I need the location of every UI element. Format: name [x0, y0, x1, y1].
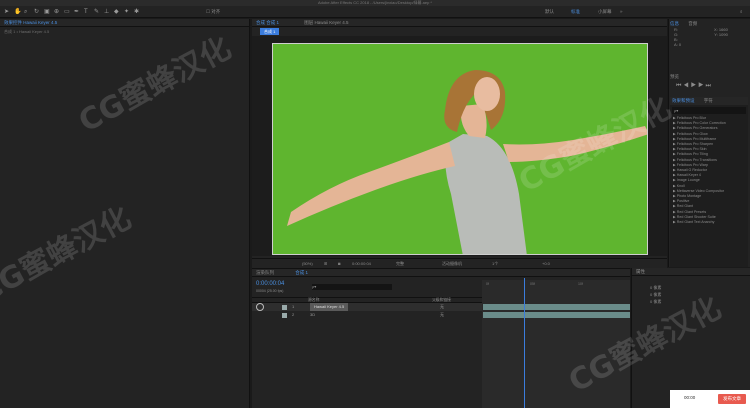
layer-parent[interactable]: 无	[440, 311, 444, 319]
layer-row-2[interactable]: 2 3D 无	[252, 311, 482, 319]
effect-category-item[interactable]: ▶ Red Giant Text Anarchy	[670, 220, 748, 225]
viewer-controls: (50%) ⊞ ◙ 0:00:00:04 完整 活动摄像机 1个 +0.0	[252, 258, 667, 268]
effect-controls-panel: 效果控件 Hawaii Keyer 4.5 合成 1 • Hawaii Keye…	[0, 19, 250, 408]
align-checkbox[interactable]: ☐ 对齐	[206, 9, 220, 15]
layer-index: 2	[292, 312, 295, 317]
audio-tab[interactable]: 音频	[688, 21, 697, 26]
search-icon[interactable]: ⌕	[740, 9, 743, 15]
roto-tool-icon[interactable]: ✦	[124, 8, 129, 16]
composition-tab[interactable]: 合成 合成 1	[256, 20, 279, 25]
layer-name[interactable]: 3D	[310, 311, 315, 319]
comp-chip[interactable]: 合成 1	[260, 28, 280, 35]
properties-panel: 属性 0 像素 0 像素 0 像素	[631, 268, 750, 408]
effect-controls-tab[interactable]: 效果控件 Hawaii Keyer 4.5	[0, 19, 249, 27]
ruler-label: 10f	[578, 282, 583, 286]
layer-bar-1[interactable]	[483, 304, 630, 310]
publish-button[interactable]: 发布文章	[718, 394, 746, 404]
type-tool-icon[interactable]: T	[84, 8, 88, 16]
effects-list: ▶ Felicitous Pro Blur ▶ Felicitous Pro Co…	[670, 116, 748, 225]
camera-tool-icon[interactable]: ▣	[44, 8, 50, 16]
label-color-swatch[interactable]	[282, 304, 287, 310]
render-queue-tab[interactable]: 渲染队列	[256, 270, 274, 275]
rect-tool-icon[interactable]: ▭	[64, 8, 70, 16]
layer-tab[interactable]: 图层 Hawaii Keyer 4.5	[304, 20, 348, 25]
effects-search-input[interactable]: ρ▾	[672, 107, 746, 114]
publish-time: 00:00	[684, 395, 696, 400]
workspace-more-icon[interactable]: »	[620, 9, 623, 15]
info-a: A: 0	[674, 42, 682, 47]
prop-row[interactable]: 0 像素	[650, 284, 750, 291]
timeline-comp-tab[interactable]: 合成 1	[295, 270, 308, 275]
timeline-search-input[interactable]: ρ▾	[312, 284, 392, 290]
publish-widget: 00:00 发布文章	[670, 390, 750, 408]
eye-toggle-icon[interactable]	[256, 303, 264, 311]
timeline-timecode[interactable]: 0:00:00:04	[256, 281, 284, 287]
workspace-standard[interactable]: 标准	[571, 9, 580, 15]
pan-behind-tool-icon[interactable]: ⊕	[54, 8, 59, 16]
stamp-tool-icon[interactable]: ⊥	[104, 8, 109, 16]
rotate-tool-icon[interactable]: ↻	[34, 8, 39, 16]
last-frame-icon[interactable]: ⏭	[705, 83, 712, 89]
workspace-small[interactable]: 小屏幕	[598, 9, 612, 15]
ruler-label: 0f	[486, 282, 489, 286]
puppet-tool-icon[interactable]: ✱	[134, 8, 139, 16]
character-tab[interactable]: 字符	[704, 98, 713, 103]
brush-tool-icon[interactable]: ✎	[94, 8, 99, 16]
time-ruler[interactable]: 0f 05f 10f	[482, 282, 630, 290]
hand-tool-icon[interactable]: ✋	[14, 8, 21, 16]
layer-row-1[interactable]: 1 Hawaii Keyer 4.5 无	[252, 303, 482, 311]
subject-figure	[287, 70, 647, 254]
green-screen-frame[interactable]	[272, 43, 648, 255]
select-tool-icon[interactable]: ➤	[4, 8, 9, 16]
toolbar: ➤ ✋ ⌕ ↻ ▣ ⊕ ▭ ✒ T ✎ ⊥ ◆ ✦ ✱ ☐ 对齐 默认 标准 小…	[0, 6, 750, 18]
eraser-tool-icon[interactable]: ◆	[114, 8, 119, 16]
prev-frame-icon[interactable]: ◀	[683, 83, 690, 89]
info-y: Y: 1090	[714, 32, 728, 37]
workspace-default[interactable]: 默认	[545, 9, 554, 15]
layer-bar-2[interactable]	[483, 312, 630, 318]
pen-tool-icon[interactable]: ✒	[74, 8, 79, 16]
preview-title: 预览	[670, 74, 679, 79]
properties-title: 属性	[632, 268, 750, 276]
ruler-label: 05f	[530, 282, 535, 286]
effect-controls-breadcrumb: 合成 1 • Hawaii Keyer 4.5	[4, 29, 50, 34]
label-color-swatch[interactable]	[282, 312, 287, 318]
prop-row[interactable]: 0 像素	[650, 291, 750, 298]
effects-presets-panel: 效果和预设 字符 ρ▾ ▶ Felicitous Pro Blur ▶ Felic…	[670, 97, 748, 267]
layer-parent[interactable]: 无	[440, 303, 444, 311]
layer-name[interactable]: Hawaii Keyer 4.5	[310, 303, 349, 311]
timeline-tracks[interactable]	[482, 280, 630, 408]
current-time-indicator[interactable]	[524, 278, 525, 408]
info-panel: 信息 音频 R: X: 1660 G: Y: 1090 B: A: 0	[670, 20, 748, 70]
prop-row[interactable]: 0 像素	[650, 298, 750, 305]
effects-tab[interactable]: 效果和预设	[672, 98, 695, 103]
zoom-tool-icon[interactable]: ⌕	[24, 8, 27, 16]
info-tab[interactable]: 信息	[670, 21, 679, 26]
timeline-fps: 00004 (25.00 fps)	[256, 289, 284, 293]
layer-index: 1	[292, 304, 295, 309]
preview-panel: 预览 ⏮◀▶▶⏭	[670, 74, 748, 96]
